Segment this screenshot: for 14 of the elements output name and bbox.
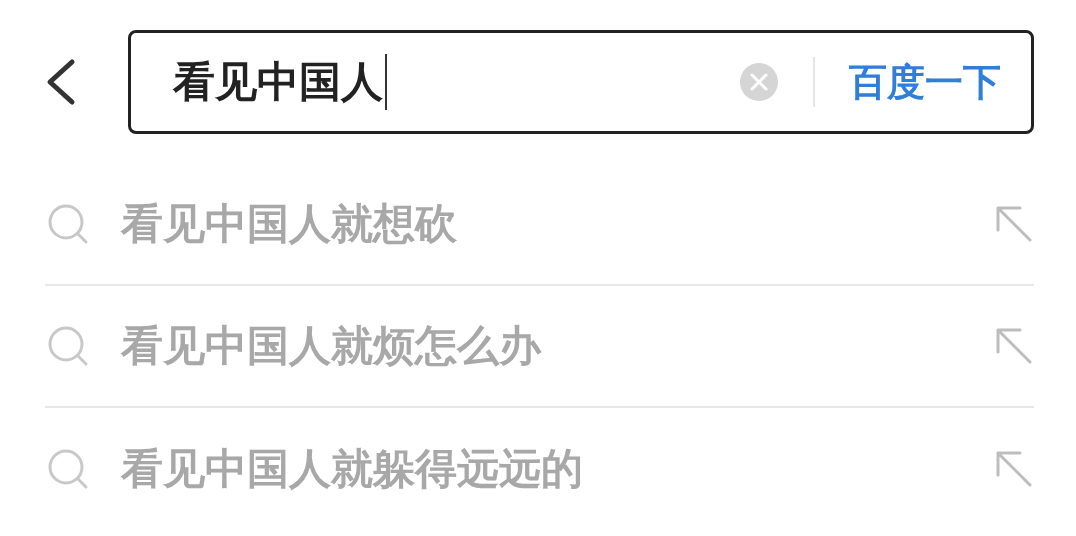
suggestion-item[interactable]: 看见中国人就想砍 [45, 164, 1034, 286]
search-field[interactable]: 看见中国人 百度一下 [128, 30, 1034, 134]
suggestion-text: 看见中国人就躲得远远的 [121, 448, 584, 490]
suggestion-item[interactable]: 看见中国人就烦怎么办 [45, 286, 1034, 408]
search-button[interactable]: 百度一下 [849, 63, 1001, 101]
text-cursor [385, 54, 387, 110]
suggestion-item[interactable]: 看见中国人就躲得远远的 [45, 408, 1034, 530]
clear-icon[interactable] [739, 62, 779, 102]
search-query: 看见中国人 [173, 61, 383, 103]
suggestion-text: 看见中国人就想砍 [121, 203, 458, 245]
fill-arrow-icon[interactable] [994, 204, 1034, 244]
fill-arrow-icon[interactable] [994, 449, 1034, 489]
fill-arrow-icon[interactable] [994, 326, 1034, 366]
suggestion-text: 看见中国人就烦怎么办 [121, 325, 543, 367]
